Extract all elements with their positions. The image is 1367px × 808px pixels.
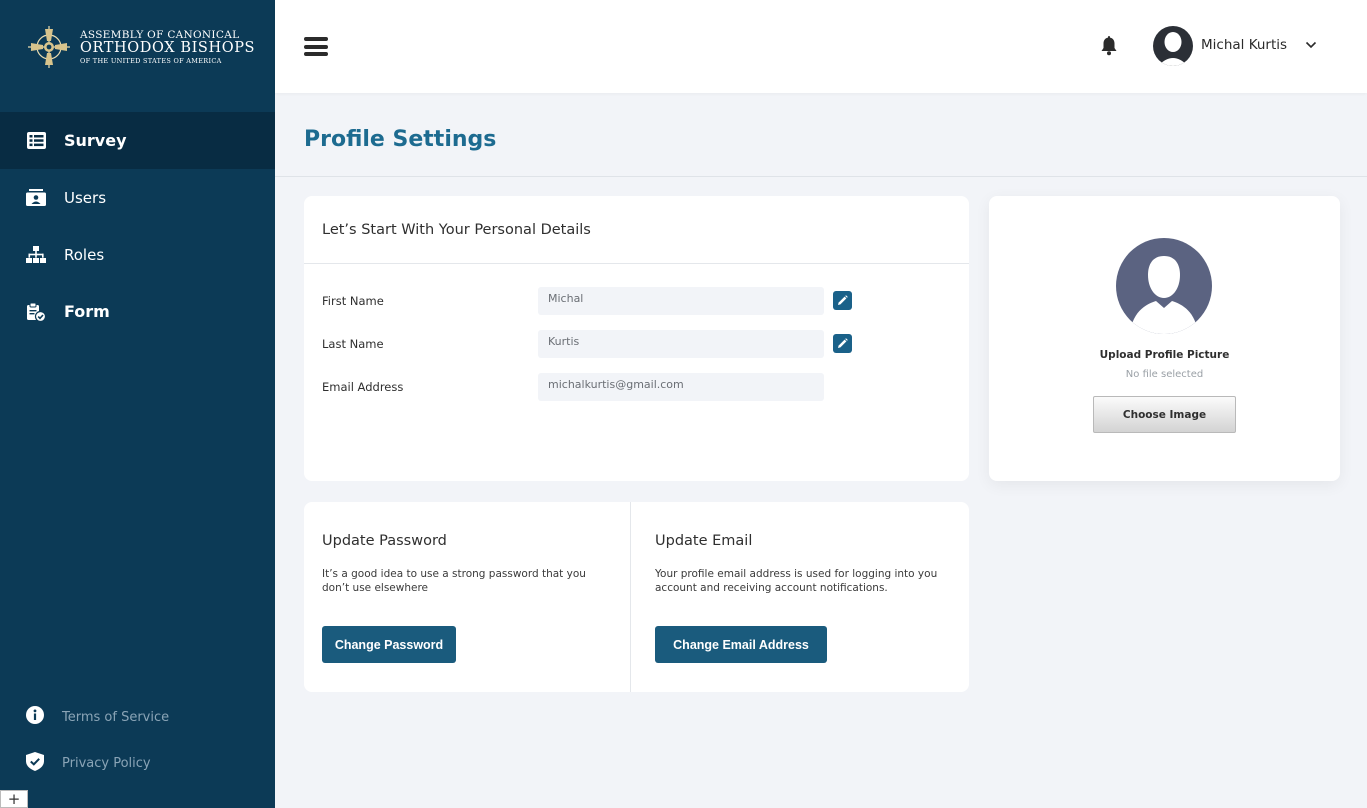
page-title-bold: Profile xyxy=(304,127,385,152)
personal-details-heading: Let’s Start With Your Personal Details xyxy=(304,196,969,264)
sidebar-item-roles[interactable]: Roles xyxy=(0,226,275,283)
personal-details-card: Let’s Start With Your Personal Details F… xyxy=(304,196,969,481)
user-silhouette-icon xyxy=(1158,32,1188,66)
sidebar-item-label: Users xyxy=(64,188,107,207)
clipboard-check-icon xyxy=(26,302,46,322)
sidebar-item-survey[interactable]: Survey xyxy=(0,112,275,169)
sidebar: ASSEMBLY OF CANONICAL ORTHODOX BISHOPS O… xyxy=(0,0,275,808)
list-icon xyxy=(26,131,46,151)
sidebar-item-label: Survey xyxy=(64,131,127,150)
privacy-policy-link[interactable]: Privacy Policy xyxy=(0,743,275,783)
sidebar-item-label: Roles xyxy=(64,245,105,264)
update-password-section: Update Password It’s a good idea to use … xyxy=(304,502,631,692)
user-name[interactable]: Michal Kurtis xyxy=(1201,37,1287,53)
edit-first-name-button[interactable] xyxy=(833,291,852,310)
update-password-heading: Update Password xyxy=(322,533,447,549)
sidebar-nav: Survey Users Roles Form xyxy=(0,112,275,340)
update-email-heading: Update Email xyxy=(655,533,753,549)
email-address-row: Email Address xyxy=(322,373,962,401)
user-silhouette-icon xyxy=(1130,256,1198,334)
page-title-rest: Settings xyxy=(384,127,497,152)
last-name-row: Last Name xyxy=(322,330,962,358)
brand-logo[interactable]: ASSEMBLY OF CANONICAL ORTHODOX BISHOPS O… xyxy=(26,24,255,70)
bell-icon[interactable] xyxy=(1100,36,1118,56)
page-title: Profile Settings xyxy=(304,127,496,152)
choose-image-button[interactable]: Choose Image xyxy=(1093,396,1236,433)
terms-of-service-label: Terms of Service xyxy=(62,709,170,725)
brand-name: ASSEMBLY OF CANONICAL ORTHODOX BISHOPS O… xyxy=(80,30,255,65)
sidebar-item-form[interactable]: Form xyxy=(0,283,275,340)
top-header: Michal Kurtis xyxy=(275,0,1367,93)
brand-line-2: ORTHODOX BISHOPS xyxy=(80,40,256,57)
privacy-policy-label: Privacy Policy xyxy=(62,755,151,771)
cross-emblem-icon xyxy=(28,26,70,68)
pencil-icon xyxy=(838,338,848,348)
sidebar-item-users[interactable]: Users xyxy=(0,169,275,226)
update-password-description: It’s a good idea to use a strong passwor… xyxy=(322,568,586,594)
terms-of-service-link[interactable]: Terms of Service xyxy=(0,697,275,737)
sidebar-item-label: Form xyxy=(64,302,110,321)
profile-picture-card: Upload Profile Picture No file selected … xyxy=(989,196,1340,481)
shield-check-icon xyxy=(26,751,44,775)
edit-last-name-button[interactable] xyxy=(833,334,852,353)
last-name-label: Last Name xyxy=(322,337,384,351)
change-email-address-button[interactable]: Change Email Address xyxy=(655,626,827,663)
last-name-field[interactable] xyxy=(538,330,824,358)
profile-avatar xyxy=(1116,238,1212,334)
email-address-label: Email Address xyxy=(322,380,404,394)
update-email-section: Update Email Your profile email address … xyxy=(631,502,969,692)
first-name-label: First Name xyxy=(322,294,384,308)
update-email-description: Your profile email address is used for l… xyxy=(655,568,938,594)
first-name-field[interactable] xyxy=(538,287,824,315)
sitemap-icon xyxy=(26,245,46,265)
plus-icon[interactable]: + xyxy=(0,790,28,808)
brand-line-3: OF THE UNITED STATES OF AMERICA xyxy=(80,56,222,65)
brand-line-1: ASSEMBLY OF CANONICAL xyxy=(80,28,240,41)
file-status-text: No file selected xyxy=(1125,369,1204,380)
account-security-card: Update Password It’s a good idea to use … xyxy=(304,502,969,692)
avatar[interactable] xyxy=(1153,26,1193,66)
menu-toggle-icon[interactable] xyxy=(304,37,328,56)
chevron-down-icon[interactable] xyxy=(1305,40,1317,50)
page-header: Profile Settings xyxy=(275,93,1367,177)
id-card-icon xyxy=(26,188,46,208)
email-address-field[interactable] xyxy=(538,373,824,401)
pencil-icon xyxy=(838,295,848,305)
first-name-row: First Name xyxy=(322,287,962,315)
change-password-button[interactable]: Change Password xyxy=(322,626,456,663)
upload-profile-picture-label: Upload Profile Picture xyxy=(1099,349,1230,361)
info-circle-icon xyxy=(26,706,44,728)
